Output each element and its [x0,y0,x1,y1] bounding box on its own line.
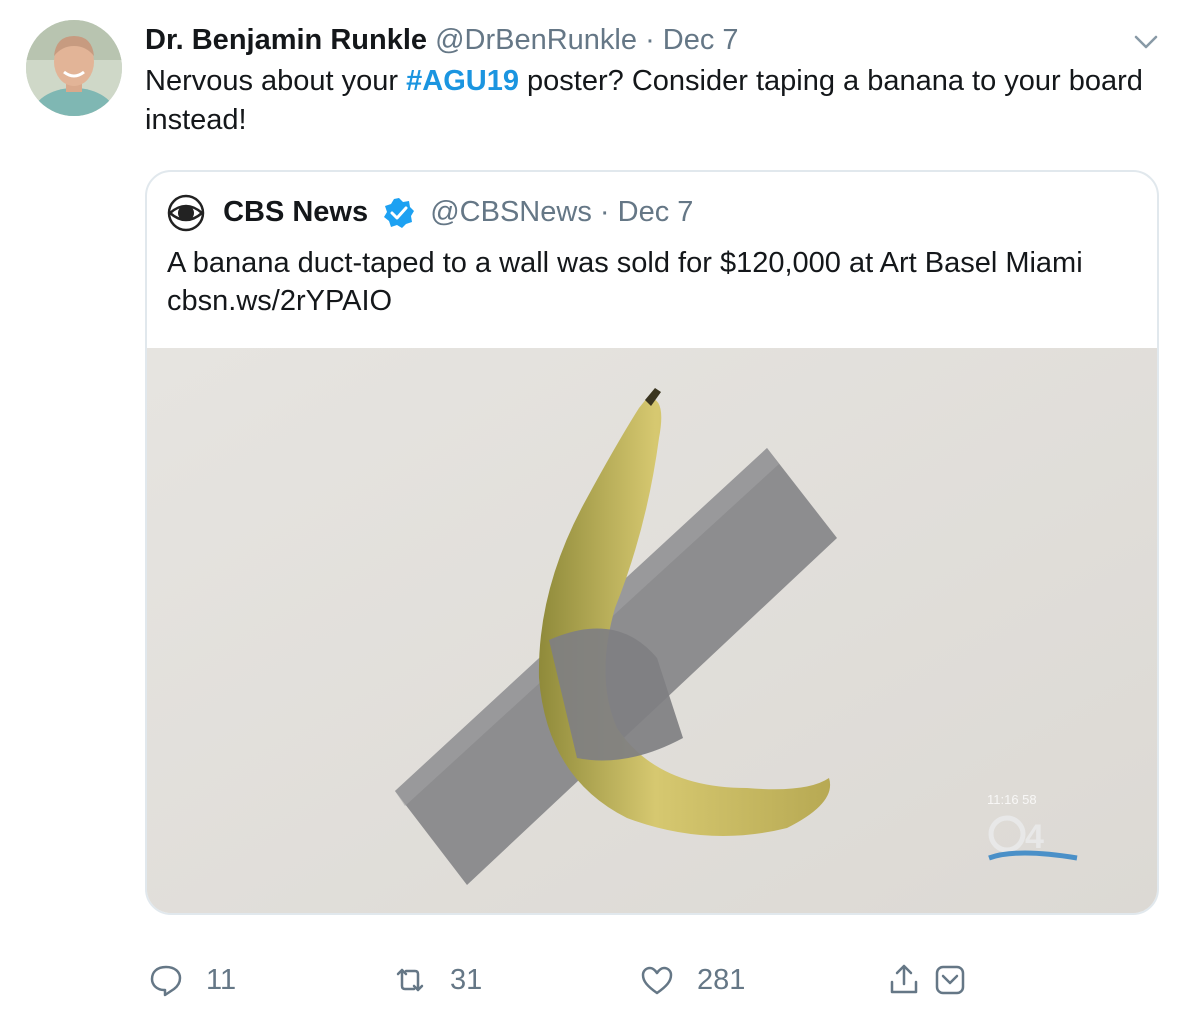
share-icon [890,964,918,994]
tweet-header: Dr. Benjamin Runkle @DrBenRunkle · Dec 7 [145,20,1124,60]
quoted-tweet-card[interactable]: CBS News @CBSNews · Dec 7 A banana duct-… [145,170,1159,915]
share-button[interactable] [886,950,922,1010]
svg-text:4: 4 [1025,818,1044,856]
reply-count: 11 [206,963,237,996]
quote-author-handle[interactable]: @CBSNews [430,196,592,228]
media-timestamp: 11:16 58 [987,792,1037,807]
reply-button[interactable]: 11 [148,950,236,1010]
tweet-text-before: Nervous about your [145,65,407,97]
cbs-eye-logo-icon [167,194,205,232]
chevron-down-icon[interactable] [1128,24,1164,60]
author-name[interactable]: Dr. Benjamin Runkle [145,24,427,56]
quote-header: CBS News @CBSNews · Dec 7 [167,192,693,232]
header-separator: · [645,24,655,56]
tweet-actions: 11 31 281 [0,950,1184,1010]
quote-text: A banana duct-taped to a wall was sold f… [167,247,1083,317]
verified-badge-icon [382,196,416,230]
quote-media-image[interactable]: 11:16 58 4 [147,348,1157,913]
hashtag-link[interactable]: #AGU19 [406,65,519,97]
reply-icon [150,965,182,997]
quote-separator: · [599,196,610,228]
quote-author-name[interactable]: CBS News [223,196,368,228]
quote-date[interactable]: Dec 7 [618,196,694,228]
like-count: 281 [697,963,746,996]
retweet-icon [396,968,424,992]
direct-message-button[interactable] [932,950,968,1010]
tweet-date[interactable]: Dec 7 [663,24,739,56]
like-button[interactable]: 281 [639,950,745,1010]
author-handle[interactable]: @DrBenRunkle [435,24,637,56]
author-avatar[interactable] [26,20,122,116]
heart-icon [641,966,673,995]
tweet-text: Nervous about your #AGU19 poster? Consid… [145,62,1145,140]
retweet-button[interactable]: 31 [392,950,482,1010]
retweet-count: 31 [450,963,483,996]
message-icon [935,965,965,995]
